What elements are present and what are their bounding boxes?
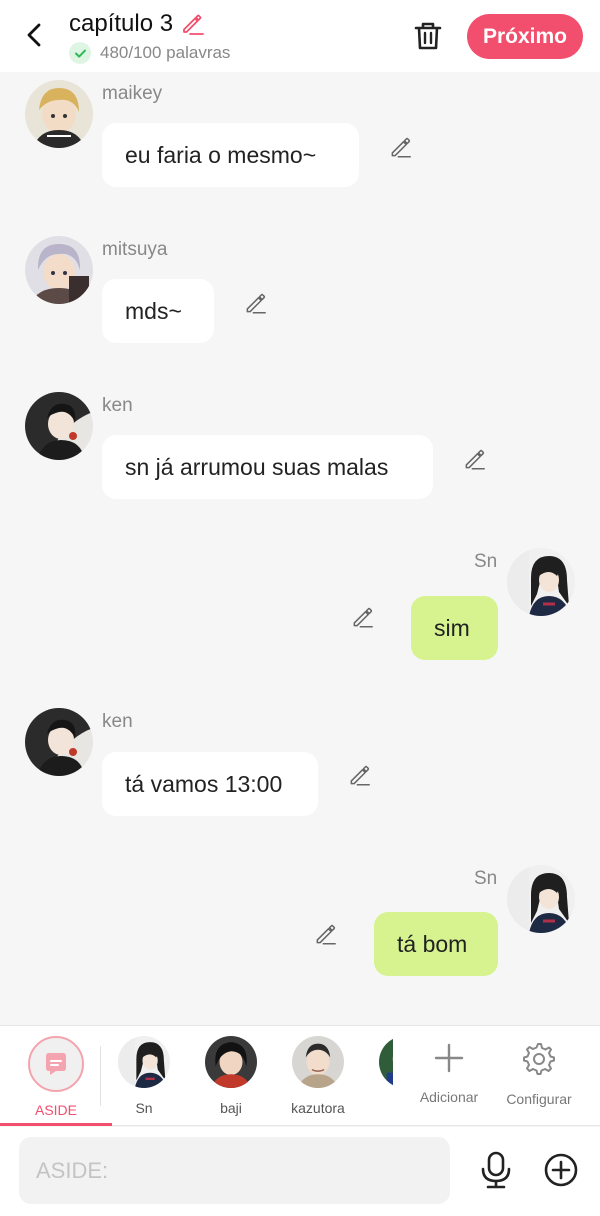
character-label: baji — [220, 1100, 242, 1116]
character-label: ASIDE — [34, 1102, 77, 1118]
sender-name: mitsuya — [102, 239, 168, 260]
delete-button[interactable] — [410, 18, 446, 54]
message-bubble[interactable]: eu faria o mesmo~ — [102, 123, 359, 187]
avatar — [379, 1036, 393, 1088]
chapter-title-block: capítulo 3 480/100 palavras — [69, 10, 230, 64]
word-count: 480/100 palavras — [100, 43, 231, 62]
avatar-mitsuya[interactable] — [25, 236, 93, 304]
settings-label: Configurar — [506, 1091, 572, 1107]
message-bubble[interactable]: tá vamos 13:00 — [102, 752, 318, 816]
message-bubble[interactable]: tá bom — [374, 912, 498, 976]
chapter-title-row[interactable]: capítulo 3 — [69, 10, 230, 38]
message-input[interactable] — [19, 1137, 450, 1204]
edit-message-icon[interactable] — [243, 290, 269, 316]
character-bar: ASIDE Sn baji kazutora pa Adicionar Conf… — [0, 1025, 600, 1126]
edit-message-icon[interactable] — [313, 921, 339, 947]
selected-indicator — [0, 1123, 112, 1126]
avatar — [118, 1036, 170, 1088]
check-icon — [69, 42, 91, 64]
avatar-sn[interactable] — [507, 548, 575, 616]
character-list[interactable]: ASIDE Sn baji kazutora pa — [0, 1026, 393, 1126]
sender-name: Sn — [474, 551, 498, 572]
gear-icon — [523, 1043, 555, 1075]
composer-bar — [0, 1127, 600, 1216]
aside-icon — [28, 1036, 84, 1092]
character-sn[interactable]: Sn — [109, 1036, 179, 1116]
trash-icon — [414, 22, 442, 50]
edit-message-icon[interactable] — [462, 446, 488, 472]
edit-message-icon[interactable] — [347, 762, 373, 788]
avatar-ken[interactable] — [25, 392, 93, 460]
character-pa[interactable]: pa — [370, 1036, 393, 1116]
chapter-title: capítulo 3 — [69, 10, 174, 37]
character-label: Sn — [135, 1100, 153, 1116]
add-character-button[interactable]: Adicionar — [404, 1042, 494, 1105]
add-circle-icon — [544, 1153, 578, 1187]
character-baji[interactable]: baji — [196, 1036, 266, 1116]
avatar-maikey[interactable] — [25, 80, 93, 148]
voice-button[interactable] — [478, 1151, 514, 1189]
message-bubble[interactable]: sim — [411, 596, 498, 660]
sender-name: Sn — [474, 868, 498, 889]
character-aside[interactable]: ASIDE — [21, 1036, 91, 1118]
back-button[interactable] — [18, 18, 52, 52]
avatar-ken[interactable] — [25, 708, 93, 776]
edit-message-icon[interactable] — [388, 134, 414, 160]
add-label: Adicionar — [419, 1089, 479, 1105]
edit-message-icon[interactable] — [350, 604, 376, 630]
character-label: kazutora — [291, 1100, 345, 1116]
microphone-icon — [481, 1151, 511, 1189]
next-button[interactable]: Próximo — [467, 14, 583, 59]
avatar — [205, 1036, 257, 1088]
message-bubble[interactable]: sn já arrumou suas malas — [102, 435, 433, 499]
plus-icon — [434, 1043, 464, 1073]
word-count-row: 480/100 palavras — [69, 42, 230, 64]
divider — [100, 1046, 101, 1106]
sender-name: maikey — [102, 83, 163, 104]
sender-name: ken — [102, 395, 133, 416]
message-bubble[interactable]: mds~ — [102, 279, 214, 343]
avatar-sn[interactable] — [507, 865, 575, 933]
pencil-icon[interactable] — [179, 11, 205, 37]
character-kazutora[interactable]: kazutora — [283, 1036, 353, 1116]
settings-button[interactable]: Configurar — [494, 1042, 584, 1107]
character-label: pa — [370, 1100, 393, 1116]
back-arrow-icon — [27, 23, 41, 47]
avatar — [292, 1036, 344, 1088]
add-media-button[interactable] — [543, 1152, 579, 1188]
top-bar: capítulo 3 480/100 palavras Próximo — [0, 0, 600, 72]
sender-name: ken — [102, 711, 133, 732]
